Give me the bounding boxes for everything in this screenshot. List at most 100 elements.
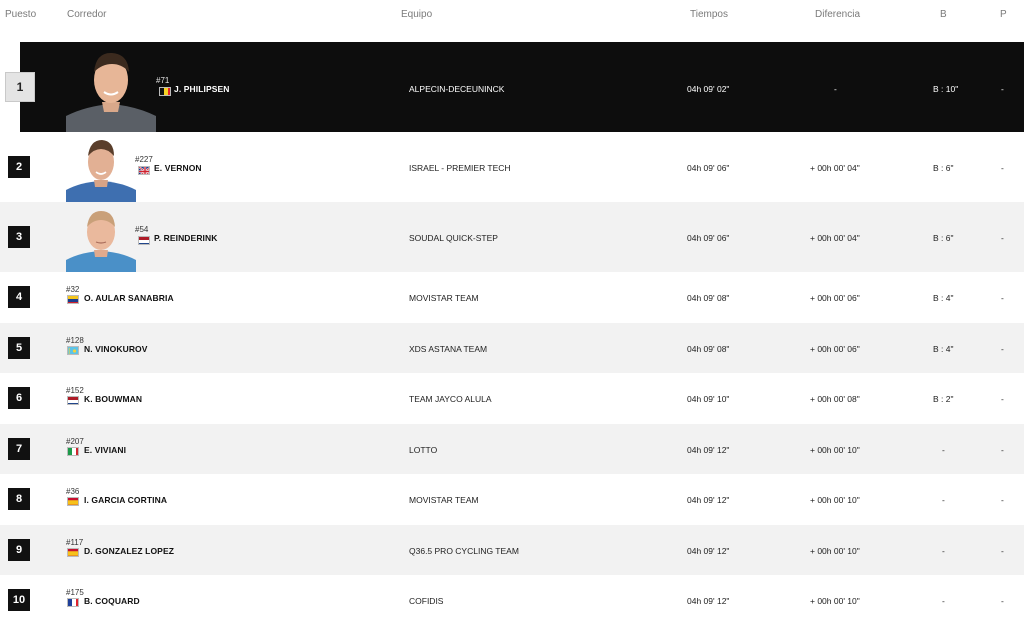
rider-bib: #117: [66, 538, 84, 547]
table-row[interactable]: 2 #227 E. VERNON ISRAEL - PREMIER TECH 0…: [0, 132, 1024, 202]
points: -: [1001, 233, 1004, 243]
rider-name[interactable]: B. COQUARD: [84, 596, 140, 606]
time-gap: + 00h 00' 04": [810, 163, 860, 173]
stage-time: 04h 09' 12": [687, 546, 730, 556]
column-header-tiempos[interactable]: Tiempos: [690, 9, 728, 20]
column-header-diferencia[interactable]: Diferencia: [815, 9, 860, 20]
points: -: [1001, 394, 1004, 404]
time-gap: + 00h 00' 04": [810, 233, 860, 243]
stage-time: 04h 09' 12": [687, 495, 730, 505]
stage-time: 04h 09' 10": [687, 394, 730, 404]
bonus-seconds: B : 6": [933, 233, 954, 243]
column-header-puesto[interactable]: Puesto: [5, 9, 36, 20]
results-table: 1 #71 J. PHILIPSEN ALPECIN-DECEUNINCK 04…: [0, 0, 1024, 622]
table-row[interactable]: 7 #207 E. VIVIANI LOTTO 04h 09' 12" + 00…: [0, 424, 1024, 474]
rider-bib: #71: [156, 76, 170, 85]
position-badge: 8: [8, 488, 30, 510]
team-name[interactable]: MOVISTAR TEAM: [409, 293, 479, 303]
rider-bib: #32: [66, 285, 80, 294]
column-header-points[interactable]: P: [1000, 9, 1007, 20]
team-name[interactable]: Q36.5 PRO CYCLING TEAM: [409, 546, 519, 556]
flag-france-icon: [67, 598, 79, 607]
team-name[interactable]: ALPECIN-DECEUNINCK: [409, 84, 504, 94]
team-name[interactable]: SOUDAL QUICK-STEP: [409, 233, 498, 243]
flag-netherlands-icon: [67, 396, 79, 405]
bonus-seconds: -: [942, 596, 945, 606]
position-badge: 4: [8, 286, 30, 308]
rider-photo: [66, 132, 136, 202]
rider-bib: #152: [66, 386, 84, 395]
flag-belgium-icon: [159, 87, 171, 96]
rider-name[interactable]: I. GARCIA CORTINA: [84, 495, 167, 505]
rider-name[interactable]: E. VERNON: [154, 163, 202, 173]
flag-kazakhstan-icon: [67, 346, 79, 355]
column-header-bonus[interactable]: B: [940, 9, 947, 20]
time-gap: + 00h 00' 08": [810, 394, 860, 404]
table-row[interactable]: 4 #32 O. AULAR SANABRIA MOVISTAR TEAM 04…: [0, 272, 1024, 323]
stage-time: 04h 09' 02": [687, 84, 730, 94]
rider-bib: #36: [66, 487, 80, 496]
position-badge: 7: [8, 438, 30, 460]
rider-name[interactable]: K. BOUWMAN: [84, 394, 142, 404]
bonus-seconds: B : 6": [933, 163, 954, 173]
rider-bib: #54: [135, 225, 149, 234]
rider-name[interactable]: D. GONZALEZ LOPEZ: [84, 546, 174, 556]
rider-bib: #128: [66, 336, 84, 345]
stage-time: 04h 09' 08": [687, 344, 730, 354]
rider-bib: #207: [66, 437, 84, 446]
flag-netherlands-icon: [138, 236, 150, 245]
table-row[interactable]: 3 #54 P. REINDERINK SOUDAL QUICK-STEP 04…: [0, 202, 1024, 272]
time-gap: + 00h 00' 06": [810, 344, 860, 354]
time-gap: + 00h 00' 10": [810, 596, 860, 606]
team-name[interactable]: XDS ASTANA TEAM: [409, 344, 487, 354]
position-badge: 5: [8, 337, 30, 359]
rider-name[interactable]: P. REINDERINK: [154, 233, 218, 243]
points: -: [1001, 163, 1004, 173]
rider-name[interactable]: J. PHILIPSEN: [174, 84, 230, 94]
flag-venezuela-icon: [67, 295, 79, 304]
flag-spain-icon: [67, 497, 79, 506]
team-name[interactable]: LOTTO: [409, 445, 437, 455]
position-badge: 9: [8, 539, 30, 561]
bonus-seconds: B : 4": [933, 293, 954, 303]
rider-name[interactable]: E. VIVIANI: [84, 445, 126, 455]
rider-name[interactable]: O. AULAR SANABRIA: [84, 293, 174, 303]
bonus-seconds: B : 4": [933, 344, 954, 354]
flag-spain-icon: [67, 548, 79, 557]
time-gap: + 00h 00' 10": [810, 445, 860, 455]
table-row[interactable]: 5 #128 N. VINOKUROV XDS ASTANA TEAM 04h …: [0, 323, 1024, 373]
stage-time: 04h 09' 06": [687, 233, 730, 243]
points: -: [1001, 84, 1004, 94]
time-gap: + 00h 00' 10": [810, 495, 860, 505]
team-name[interactable]: TEAM JAYCO ALULA: [409, 394, 492, 404]
table-row[interactable]: 8 #36 I. GARCIA CORTINA MOVISTAR TEAM 04…: [0, 474, 1024, 525]
points: -: [1001, 344, 1004, 354]
rider-bib: #227: [135, 155, 153, 164]
team-name[interactable]: MOVISTAR TEAM: [409, 495, 479, 505]
position-badge: 3: [8, 226, 30, 248]
time-gap: + 00h 00' 10": [810, 546, 860, 556]
team-name[interactable]: ISRAEL - PREMIER TECH: [409, 163, 511, 173]
rider-bib: #175: [66, 588, 84, 597]
points: -: [1001, 445, 1004, 455]
bonus-seconds: -: [942, 546, 945, 556]
stage-time: 04h 09' 06": [687, 163, 730, 173]
flag-united-kingdom-icon: [138, 166, 150, 175]
column-header-equipo[interactable]: Equipo: [401, 9, 432, 20]
column-header-corredor[interactable]: Corredor: [67, 9, 106, 20]
time-gap: -: [834, 84, 837, 94]
table-row[interactable]: 9 #117 D. GONZALEZ LOPEZ Q36.5 PRO CYCLI…: [0, 525, 1024, 575]
flag-italy-icon: [67, 447, 79, 456]
time-gap: + 00h 00' 06": [810, 293, 860, 303]
points: -: [1001, 293, 1004, 303]
points: -: [1001, 596, 1004, 606]
table-row[interactable]: 1 #71 J. PHILIPSEN ALPECIN-DECEUNINCK 04…: [0, 42, 1024, 132]
points: -: [1001, 546, 1004, 556]
team-name[interactable]: COFIDIS: [409, 596, 443, 606]
points: -: [1001, 495, 1004, 505]
rider-photo: [66, 202, 136, 272]
table-row[interactable]: 6 #152 K. BOUWMAN TEAM JAYCO ALULA 04h 0…: [0, 373, 1024, 424]
rider-name[interactable]: N. VINOKUROV: [84, 344, 148, 354]
position-badge: 6: [8, 387, 30, 409]
table-row[interactable]: 10 #175 B. COQUARD COFIDIS 04h 09' 12" +…: [0, 575, 1024, 622]
